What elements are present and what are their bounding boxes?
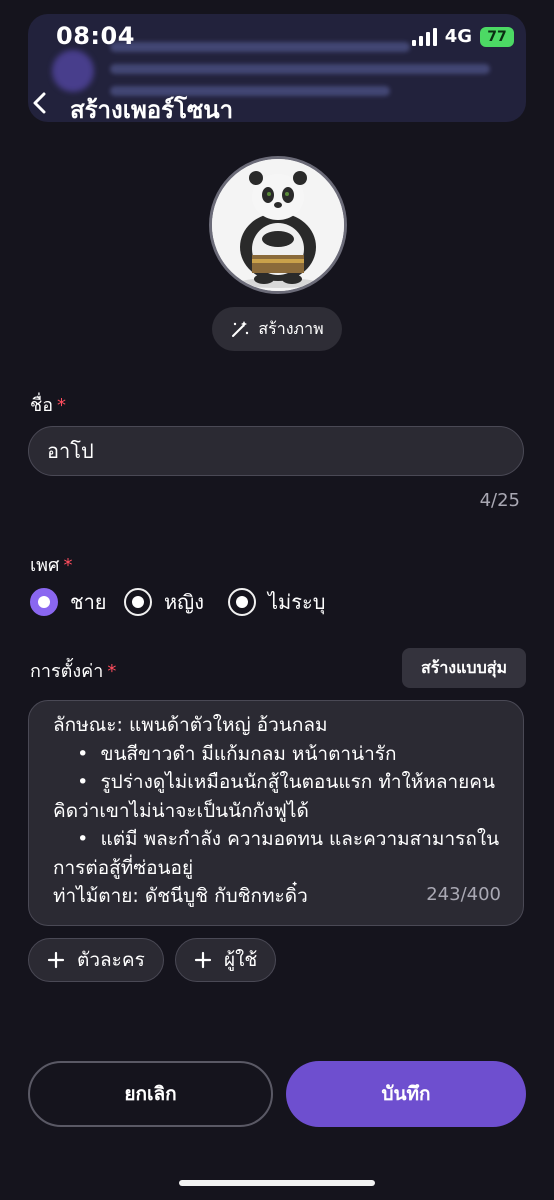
name-counter: 4/25 (479, 490, 520, 511)
status-time: 08:04 (56, 22, 135, 50)
panda-character-image (212, 159, 344, 291)
gender-option-label: ไม่ระบุ (268, 590, 326, 614)
gender-option-label: หญิง (164, 590, 204, 614)
add-character-button[interactable]: ตัวละคร (28, 938, 164, 982)
random-generate-button[interactable]: สร้างแบบสุ่ม (402, 648, 526, 688)
settings-textarea[interactable]: ลักษณะ: แพนด้าตัวใหญ่ อ้วนกลม • ขนสีขาวด… (28, 700, 524, 926)
add-user-button[interactable]: ผู้ใช้ (175, 938, 277, 982)
page-title: สร้างเพอร์โซนา (70, 96, 234, 124)
gender-option-female[interactable]: หญิง (124, 586, 204, 618)
plus-icon (194, 951, 212, 969)
name-input[interactable]: อาโป (28, 426, 524, 476)
gender-label: เพศ * (30, 555, 73, 576)
generate-image-button[interactable]: สร้างภาพ (212, 307, 342, 351)
notification-app-icon (52, 50, 94, 92)
signal-icon (411, 27, 437, 46)
gender-option-label: ชาย (70, 590, 107, 614)
settings-text: ลักษณะ: แพนด้าตัวใหญ่ อ้วนกลม • ขนสีขาวด… (53, 714, 500, 907)
generate-image-label: สร้างภาพ (258, 318, 324, 338)
network-type: 4G (444, 26, 472, 47)
back-arrow-icon[interactable] (30, 92, 52, 114)
radio-selected-icon (30, 588, 58, 616)
avatar[interactable] (209, 156, 347, 294)
required-mark: * (107, 661, 117, 682)
required-mark: * (63, 555, 73, 576)
home-indicator[interactable] (179, 1180, 375, 1186)
gender-option-male[interactable]: ชาย (30, 586, 107, 618)
chip-label: ตัวละคร (77, 949, 145, 971)
settings-label: การตั้งค่า * (30, 661, 117, 682)
save-button[interactable]: บันทึก (286, 1061, 526, 1127)
status-indicators: 4G 77 (411, 26, 514, 47)
battery-level: 77 (487, 28, 507, 45)
radio-unselected-icon (228, 588, 256, 616)
plus-icon (47, 951, 65, 969)
cancel-button[interactable]: ยกเลิก (28, 1061, 273, 1127)
settings-counter: 243/400 (426, 884, 501, 905)
notification-text-line (110, 42, 410, 52)
chip-label: ผู้ใช้ (224, 949, 258, 971)
battery-icon: 77 (480, 26, 514, 47)
gender-option-unspecified[interactable]: ไม่ระบุ (228, 586, 325, 618)
radio-unselected-icon (124, 588, 152, 616)
name-label: ชื่อ * (30, 395, 67, 416)
required-mark: * (57, 395, 67, 416)
magic-wand-icon (232, 321, 249, 337)
notification-text-line (110, 64, 490, 74)
